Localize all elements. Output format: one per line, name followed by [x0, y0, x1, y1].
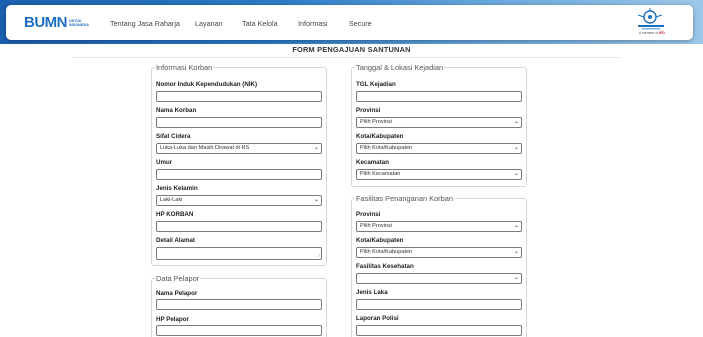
- chevron-down-icon: ⌄: [513, 223, 519, 229]
- nav-tata-kelola[interactable]: Tata Kelola: [242, 18, 278, 30]
- ifg-member-prefix: A member of: [639, 31, 659, 35]
- label-nama-pelapor: Nama Pelapor: [156, 290, 198, 297]
- label-jenis-laka: Jenis Laka: [356, 289, 388, 296]
- sifat-cidera-select[interactable]: Luka-Luka dan Masih Dirawat di RS ⌄: [156, 143, 322, 154]
- kecamatan-select[interactable]: Pilih Kecamatan ⌄: [356, 169, 522, 180]
- chevron-down-icon: ⌄: [513, 171, 519, 177]
- legend-informasi-korban: Informasi Korban: [155, 62, 214, 73]
- fasilitas-kesehatan-select[interactable]: ⌄: [356, 273, 522, 284]
- provinsi-fasilitas-select[interactable]: Pilih Provinsi ⌄: [356, 221, 522, 232]
- bumn-logo-sub-2: INDONESIA: [69, 23, 89, 27]
- label-umur: Umur: [156, 159, 173, 166]
- provinsi-kejadian-select[interactable]: Pilih Provinsi ⌄: [356, 117, 522, 128]
- label-kota-fasilitas: Kota/Kabupaten: [356, 237, 404, 244]
- label-nik: Nomor Induk Kependudukan (NIK): [156, 81, 258, 88]
- nav-layanan[interactable]: Layanan: [195, 18, 223, 30]
- chevron-down-icon: ⌄: [313, 197, 319, 203]
- label-detail-alamat: Detail Alamat: [156, 237, 195, 244]
- jenis-laka-input[interactable]: [356, 299, 522, 310]
- provinsi-fasilitas-value: Pilih Provinsi: [360, 223, 393, 229]
- kota-fasilitas-value: Pilih Kota/Kabupaten: [360, 249, 413, 255]
- chevron-down-icon: ⌄: [513, 275, 519, 281]
- label-provinsi-fasilitas: Provinsi: [356, 211, 381, 218]
- panel-lokasi-kejadian: Tanggal & Lokasi Kejadian TGL Kejadian P…: [351, 62, 527, 187]
- ifg-member-tag: A member of IFG: [639, 31, 665, 35]
- nama-pelapor-input[interactable]: [156, 299, 322, 310]
- kota-kejadian-select[interactable]: Pilih Kota/Kabupaten ⌄: [356, 143, 522, 154]
- sifat-cidera-value: Luka-Luka dan Masih Dirawat di RS: [160, 145, 250, 151]
- title-divider: [72, 57, 620, 58]
- chevron-down-icon: ⌄: [513, 119, 519, 125]
- panel-fasilitas-penanganan: Fasilitas Penanganan Korban Provinsi Pil…: [351, 193, 527, 337]
- page-title: FORM PENGAJUAN SANTUNAN: [292, 45, 411, 54]
- nik-input[interactable]: [156, 91, 322, 102]
- umur-input[interactable]: [156, 169, 322, 180]
- detail-alamat-textarea[interactable]: ∕: [156, 247, 322, 260]
- jasa-raharja-logo[interactable]: A member of IFG: [634, 8, 674, 38]
- laporan-polisi-input[interactable]: [356, 325, 522, 336]
- kecamatan-value: Pilih Kecamatan: [360, 171, 401, 177]
- hp-korban-input[interactable]: [156, 221, 322, 232]
- label-provinsi-kejadian: Provinsi: [356, 107, 381, 114]
- label-hp-korban: HP KORBAN: [156, 211, 194, 218]
- bumn-logo-text: BUMN: [24, 14, 68, 31]
- legend-data-pelapor: Data Pelapor: [155, 273, 201, 284]
- resize-grip-icon[interactable]: ∕: [319, 254, 320, 259]
- jenis-kelamin-value: Laki-Laki: [160, 197, 183, 203]
- label-laporan-polisi: Laporan Polisi: [356, 315, 399, 322]
- label-nama-korban: Nama Korban: [156, 107, 197, 114]
- chevron-down-icon: ⌄: [513, 145, 519, 151]
- label-sifat-cidera: Sifat Cidera: [156, 133, 191, 140]
- label-tgl-kejadian: TGL Kejadian: [356, 81, 396, 88]
- nav-secure[interactable]: Secure: [349, 18, 372, 30]
- kota-kejadian-value: Pilih Kota/Kabupaten: [360, 145, 413, 151]
- panel-data-pelapor: Data Pelapor Nama Pelapor HP Pelapor: [151, 273, 327, 337]
- label-kota-kejadian: Kota/Kabupaten: [356, 133, 404, 140]
- bumn-logo-subtext: UNTUK INDONESIA: [69, 19, 89, 27]
- panel-informasi-korban: Informasi Korban Nomor Induk Kependuduka…: [151, 62, 327, 266]
- site-header: BUMN UNTUK INDONESIA Tentang Jasa Raharj…: [6, 5, 693, 40]
- kota-fasilitas-select[interactable]: Pilih Kota/Kabupaten ⌄: [356, 247, 522, 258]
- label-hp-pelapor: HP Pelapor: [156, 316, 189, 323]
- label-kecamatan: Kecamatan: [356, 159, 390, 166]
- nav-informasi[interactable]: Informasi: [298, 18, 328, 30]
- jenis-kelamin-select[interactable]: Laki-Laki ⌄: [156, 195, 322, 206]
- label-fasilitas-kesehatan: Fasilitas Kesehatan: [356, 263, 414, 270]
- legend-lokasi-kejadian: Tanggal & Lokasi Kejadian: [355, 62, 445, 73]
- nav-tentang[interactable]: Tentang Jasa Raharja: [110, 18, 180, 30]
- label-jenis-kelamin: Jenis Kelamin: [156, 185, 198, 192]
- hp-pelapor-input[interactable]: [156, 325, 322, 336]
- ifg-label: IFG: [659, 31, 665, 35]
- bumn-logo[interactable]: BUMN UNTUK INDONESIA: [24, 15, 89, 31]
- chevron-down-icon: ⌄: [313, 145, 319, 151]
- tgl-kejadian-input[interactable]: [356, 91, 522, 102]
- provinsi-kejadian-value: Pilih Provinsi: [360, 119, 393, 125]
- legend-fasilitas-penanganan: Fasilitas Penanganan Korban: [355, 193, 454, 204]
- chevron-down-icon: ⌄: [513, 249, 519, 255]
- jasa-raharja-emblem-icon: [637, 8, 664, 30]
- nama-korban-input[interactable]: [156, 117, 322, 128]
